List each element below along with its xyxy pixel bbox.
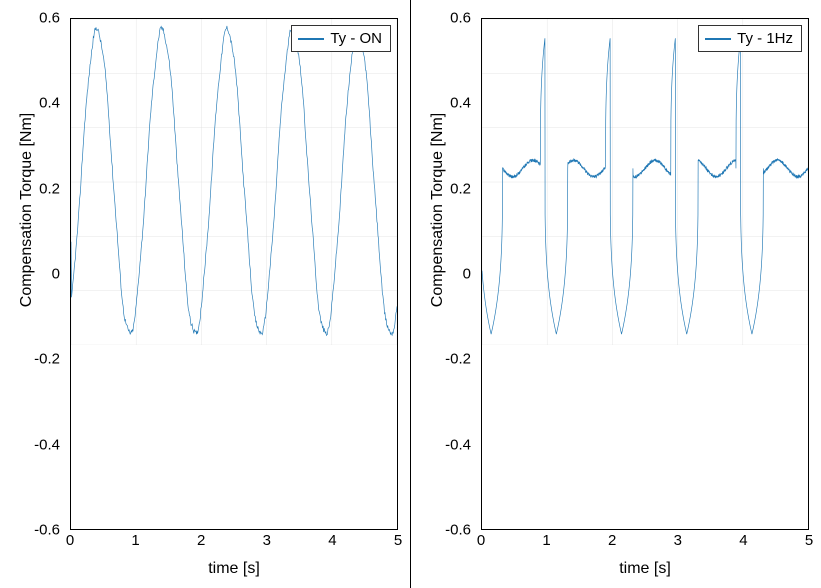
- x-ticks-left: 012345: [70, 532, 398, 552]
- x-axis-label-right: time [s]: [481, 560, 809, 578]
- legend-label-left: Ty - ON: [330, 30, 382, 47]
- axes-right: Ty - 1Hz: [481, 18, 809, 530]
- x-tick-label: 4: [328, 532, 336, 549]
- subplot-left: Ty - ON 012345 -0.6-0.4-0.200.20.40.6 ti…: [0, 0, 410, 588]
- y-axis-label-left: Compensation Torque [Nm]: [18, 10, 36, 410]
- x-axis-label-left: time [s]: [70, 560, 398, 578]
- x-tick-label: 5: [394, 532, 402, 549]
- legend-swatch-icon: [298, 38, 324, 40]
- x-ticks-right: 012345: [481, 532, 809, 552]
- line-ty-1hz: [482, 38, 808, 334]
- y-axis-label-right: Compensation Torque [Nm]: [429, 10, 447, 410]
- axes-left: Ty - ON: [70, 18, 398, 530]
- plot-svg-right: [482, 19, 808, 345]
- legend-swatch-icon: [705, 38, 731, 40]
- legend-label-right: Ty - 1Hz: [737, 30, 793, 47]
- x-tick-label: 5: [805, 532, 813, 549]
- x-tick-label: 2: [197, 532, 205, 549]
- y-tick-label: -0.6: [0, 522, 60, 539]
- x-tick-label: 1: [542, 532, 550, 549]
- x-tick-label: 3: [263, 532, 271, 549]
- figure: Ty - ON 012345 -0.6-0.4-0.200.20.40.6 ti…: [0, 0, 821, 588]
- x-tick-label: 1: [131, 532, 139, 549]
- subplot-right: Ty - 1Hz 012345 -0.6-0.4-0.200.20.40.6 t…: [411, 0, 821, 588]
- legend-right: Ty - 1Hz: [698, 25, 802, 52]
- plot-svg-left: [71, 19, 397, 345]
- legend-left: Ty - ON: [291, 25, 391, 52]
- x-tick-label: 4: [739, 532, 747, 549]
- line-ty-on: [71, 26, 397, 335]
- x-tick-label: 3: [674, 532, 682, 549]
- x-tick-label: 0: [477, 532, 485, 549]
- y-tick-label: -0.6: [411, 522, 471, 539]
- x-tick-label: 2: [608, 532, 616, 549]
- y-tick-label: -0.4: [411, 436, 471, 453]
- x-tick-label: 0: [66, 532, 74, 549]
- y-tick-label: -0.4: [0, 436, 60, 453]
